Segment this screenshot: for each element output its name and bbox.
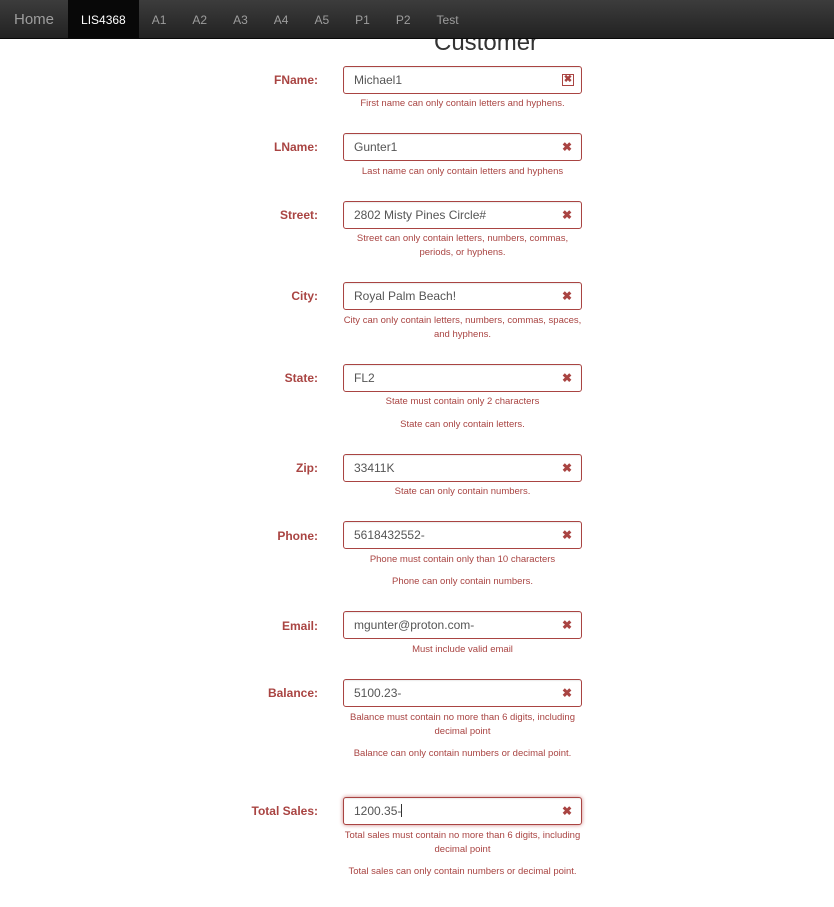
nav-item-a4[interactable]: A4 <box>261 0 302 39</box>
lname-value: Gunter1 <box>354 140 398 154</box>
nav-item-test[interactable]: Test <box>424 0 472 39</box>
state-error-letters: State can only contain letters. <box>400 419 525 430</box>
nav-home-link[interactable]: Home <box>0 0 68 39</box>
balance-label: Balance: <box>267 686 318 700</box>
close-icon: ✖ <box>561 208 572 222</box>
zip-input[interactable]: 33411K ✖ <box>343 454 582 482</box>
close-icon: ✖ <box>562 74 574 86</box>
fname-value: Michael1 <box>354 73 403 87</box>
nav-item-a5[interactable]: A5 <box>301 0 342 39</box>
phone-error-numbers: Phone can only contain numbers. <box>391 576 533 587</box>
close-icon: ✖ <box>561 686 572 700</box>
nav-item-a1[interactable]: A1 <box>139 0 180 39</box>
fname-input[interactable]: Michael1 ✖ <box>343 66 582 94</box>
zip-error: State can only contain numbers. <box>394 486 531 497</box>
total-sales-error-numbers: Total sales can only contain numbers or … <box>348 866 577 877</box>
state-value: FL2 <box>354 371 375 385</box>
nav-item-p1[interactable]: P1 <box>342 0 383 39</box>
nav-item-a2[interactable]: A2 <box>179 0 220 39</box>
zip-label: Zip: <box>296 461 318 475</box>
state-label: State: <box>284 371 318 385</box>
street-value: 2802 Misty Pines Circle# <box>354 208 487 222</box>
close-icon: ✖ <box>561 140 572 154</box>
email-label: Email: <box>281 619 318 633</box>
email-error: Must include valid email <box>412 644 513 655</box>
phone-input[interactable]: 5618432552- ✖ <box>343 521 582 549</box>
balance-error-digits: Balance must contain no more than 6 digi… <box>350 712 575 737</box>
state-error-length: State must contain only 2 characters <box>385 396 540 407</box>
nav-item-p2[interactable]: P2 <box>383 0 424 39</box>
close-icon: ✖ <box>561 804 572 818</box>
fname-label: FName: <box>273 73 318 87</box>
street-label: Street: <box>279 208 318 222</box>
city-value: Royal Palm Beach! <box>354 289 457 303</box>
email-value: mgunter@proton.com- <box>354 618 475 632</box>
state-input[interactable]: FL2 ✖ <box>343 364 582 392</box>
total-sales-error-digits: Total sales must contain no more than 6 … <box>344 830 581 855</box>
city-label: City: <box>291 289 318 303</box>
close-icon: ✖ <box>561 528 572 542</box>
street-error: Street can only contain letters, numbers… <box>356 233 569 258</box>
email-input[interactable]: mgunter@proton.com- ✖ <box>343 611 582 639</box>
balance-input[interactable]: 5100.23- ✖ <box>343 679 582 707</box>
close-icon: ✖ <box>561 371 572 385</box>
close-icon: ✖ <box>561 618 572 632</box>
total-sales-value: 1200.35- <box>354 804 402 818</box>
close-icon: ✖ <box>561 289 572 303</box>
lname-error: Last name can only contain letters and h… <box>361 166 564 177</box>
lname-input[interactable]: Gunter1 ✖ <box>343 133 582 161</box>
nav-item-lis4368[interactable]: LIS4368 <box>68 0 139 39</box>
balance-value: 5100.23- <box>354 686 402 700</box>
lname-label: LName: <box>273 140 318 154</box>
phone-value: 5618432552- <box>354 528 425 542</box>
fname-error: First name can only contain letters and … <box>360 98 565 109</box>
balance-error-numbers: Balance can only contain numbers or deci… <box>353 748 572 759</box>
city-error: City can only contain letters, numbers, … <box>343 315 582 340</box>
phone-label: Phone: <box>277 529 318 543</box>
total-sales-label: Total Sales: <box>251 804 318 818</box>
street-input[interactable]: 2802 Misty Pines Circle# ✖ <box>343 201 582 229</box>
city-input[interactable]: Royal Palm Beach! ✖ <box>343 282 582 310</box>
phone-error-length: Phone must contain only than 10 characte… <box>369 554 556 565</box>
navbar: Home LIS4368 A1 A2 A3 A4 A5 P1 P2 Test <box>0 0 834 39</box>
close-icon: ✖ <box>561 461 572 475</box>
nav-item-a3[interactable]: A3 <box>220 0 261 39</box>
total-sales-input[interactable]: 1200.35- ✖ <box>343 797 582 825</box>
zip-value: 33411K <box>354 461 395 475</box>
text-cursor <box>401 804 403 817</box>
